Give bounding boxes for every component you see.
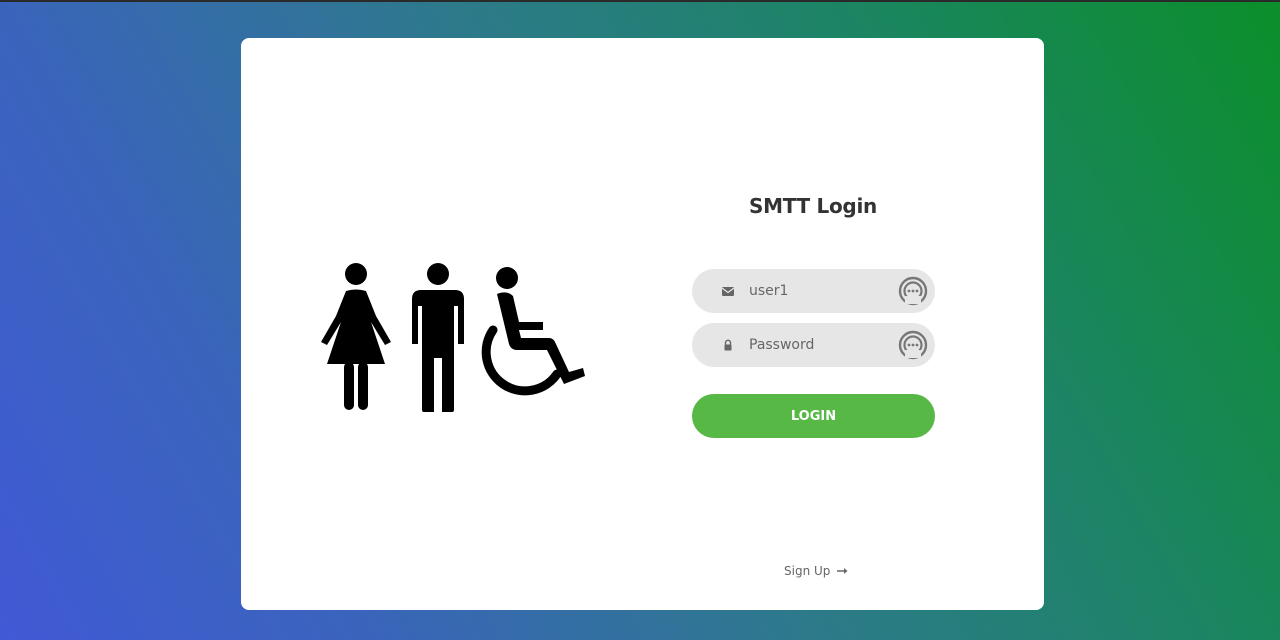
envelope-icon: [721, 287, 735, 296]
password-manager-icon[interactable]: [898, 330, 928, 360]
wheelchair-icon: [481, 267, 585, 396]
man-icon: [412, 263, 464, 412]
restroom-illustration: [321, 262, 587, 412]
password-input[interactable]: [749, 323, 889, 367]
signup-label: Sign Up: [784, 564, 831, 578]
username-field[interactable]: [692, 269, 935, 313]
woman-icon: [321, 263, 391, 410]
password-manager-icon[interactable]: [898, 276, 928, 306]
arrow-right-icon: [837, 568, 848, 574]
login-title: SMTT Login: [749, 194, 877, 218]
top-edge: [0, 0, 1280, 2]
password-field[interactable]: [692, 323, 935, 367]
lock-icon: [724, 339, 732, 351]
signup-link[interactable]: Sign Up: [784, 564, 848, 578]
login-button[interactable]: LOGIN: [692, 394, 935, 438]
username-input[interactable]: [749, 269, 889, 313]
login-card: SMTT Login LOGIN: [241, 38, 1044, 610]
